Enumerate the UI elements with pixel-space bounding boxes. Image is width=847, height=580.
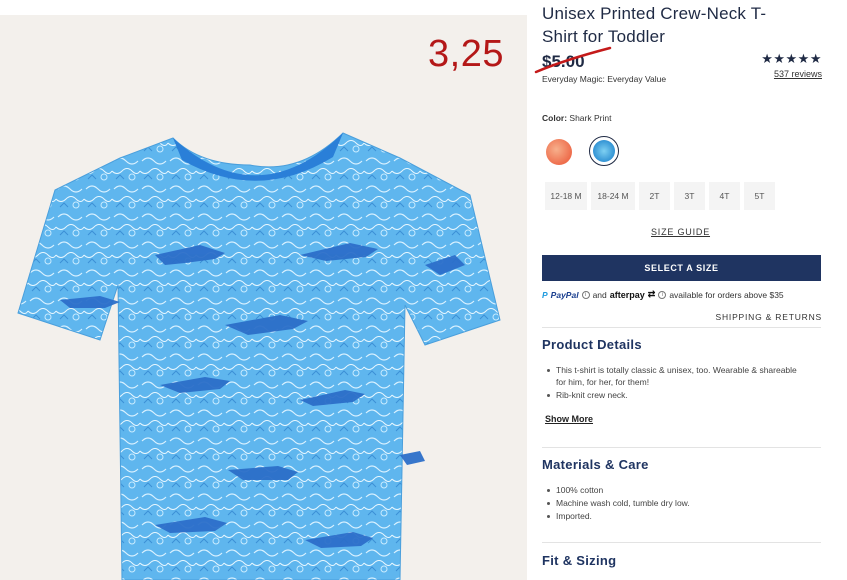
color-label-prefix: Color: <box>542 113 568 123</box>
divider <box>542 447 821 448</box>
afterpay-logo: afterpay <box>609 289 645 300</box>
rating[interactable]: ★★★★★ 537 reviews <box>761 51 822 80</box>
list-item: This t-shirt is totally classic & unisex… <box>547 364 806 388</box>
product-details-heading[interactable]: Product Details <box>542 337 642 352</box>
handwritten-price-annotation: 3,25 <box>428 33 504 75</box>
product-details-list: This t-shirt is totally classic & unisex… <box>547 364 806 402</box>
reviews-link[interactable]: 537 reviews <box>761 69 822 79</box>
show-more-link[interactable]: Show More <box>545 414 593 424</box>
size-12-18m-button[interactable]: 12-18 M <box>545 182 587 210</box>
materials-care-heading[interactable]: Materials & Care <box>542 457 649 472</box>
paypal-info-icon[interactable]: i <box>581 290 590 299</box>
payment-options: P PayPal i and afterpay ⇄ i available fo… <box>542 289 784 300</box>
size-3t-button[interactable]: 3T <box>674 182 705 210</box>
shark-print-shirt-image <box>17 132 501 580</box>
price-tagline: Everyday Magic: Everyday Value <box>542 74 667 84</box>
paypal-label: PayPal <box>550 289 579 300</box>
afterpay-info-icon[interactable]: i <box>658 290 667 299</box>
size-selector: 12-18 M 18-24 M 2T 3T 4T 5T <box>545 182 775 210</box>
afterpay-arrows-icon: ⇄ <box>647 289 656 299</box>
size-2t-button[interactable]: 2T <box>639 182 670 210</box>
list-item: Machine wash cold, tumble dry low. <box>547 497 806 509</box>
size-18-24m-button[interactable]: 18-24 M <box>591 182 635 210</box>
size-5t-button[interactable]: 5T <box>744 182 775 210</box>
divider <box>542 542 821 543</box>
list-item: Rib-knit crew neck. <box>547 389 806 401</box>
price-strikethrough-mark <box>534 46 612 74</box>
product-info-panel: Unisex Printed Crew-Neck T-Shirt for Tod… <box>534 0 822 568</box>
shipping-returns-link[interactable]: SHIPPING & RETURNS <box>716 312 823 322</box>
color-label: Color: Shark Print <box>542 113 611 123</box>
star-rating-icon: ★★★★★ <box>761 51 822 66</box>
payment-availability: available for orders above $35 <box>669 289 784 300</box>
price-row: $5.00 Everyday Magic: Everyday Value ★★★… <box>534 46 822 92</box>
color-swatch-shark-print[interactable] <box>593 140 615 162</box>
materials-care-list: 100% cotton Machine wash cold, tumble dr… <box>547 484 806 523</box>
size-guide-link[interactable]: SIZE GUIDE <box>651 227 710 237</box>
payment-and: and <box>592 289 607 300</box>
select-size-button[interactable]: SELECT A SIZE <box>542 255 821 281</box>
list-item: Imported. <box>547 510 806 522</box>
product-image[interactable]: 3,25 <box>0 15 527 580</box>
product-title: Unisex Printed Crew-Neck T-Shirt for Tod… <box>542 4 767 46</box>
fit-sizing-heading[interactable]: Fit & Sizing <box>542 553 616 568</box>
divider <box>542 327 821 328</box>
list-item: 100% cotton <box>547 484 806 496</box>
paypal-logo-icon: P <box>542 289 548 300</box>
color-swatch-orange[interactable] <box>546 139 572 165</box>
color-value: Shark Print <box>569 113 612 123</box>
size-4t-button[interactable]: 4T <box>709 182 740 210</box>
